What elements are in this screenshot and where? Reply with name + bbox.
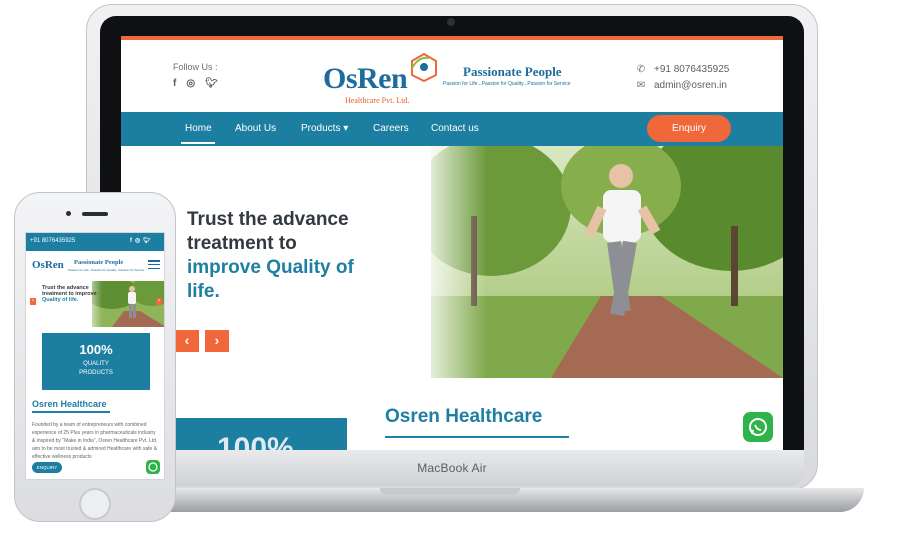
phone-screen: +91 8076435925 f◎🐦︎ OsRen Passionate Peo… [25, 232, 165, 480]
mobile-stat-label-1: QUALITY [83, 361, 109, 367]
mobile-hero: Trust the advance treatment to improve Q… [26, 281, 164, 327]
hamburger-menu-icon[interactable] [148, 260, 160, 270]
slider-next-button[interactable]: › [205, 330, 229, 352]
hero-headline-1: Trust the advance [187, 209, 349, 230]
mobile-slider-prev-button[interactable]: ‹ [30, 298, 36, 305]
laptop-screen: Follow Us : f ◎ 🐦︎ OsRen Healthcare Pvt.… [121, 36, 783, 450]
laptop-chin: MacBook Air [100, 450, 804, 486]
stat-value: 100% [217, 432, 294, 450]
mobile-about-text: Founded by a team of entrepreneurs with … [32, 422, 158, 460]
tagline: Passion for Life...Passion for Quality..… [443, 81, 571, 87]
hero-headline-3: improve Quality of [187, 257, 354, 278]
social-links: f ◎ 🐦︎ [173, 78, 218, 89]
nav-active-indicator [181, 142, 215, 144]
facebook-icon[interactable]: f [173, 78, 176, 89]
mobile-section-title: Osren Healthcare [32, 399, 107, 409]
twitter-icon[interactable]: 🐦︎ [205, 78, 218, 89]
phone-speaker [82, 212, 108, 216]
section-title: Osren Healthcare [385, 406, 543, 427]
mobile-stat-label-2: PRODUCTS [79, 370, 113, 376]
whatsapp-button[interactable] [743, 412, 773, 442]
logo-subtitle: Healthcare Pvt. Ltd. [345, 96, 410, 105]
logo-wordmark: OsRen [323, 62, 408, 95]
mobile-stat-value: 100% [79, 342, 113, 357]
mobile-social-icons[interactable]: f◎🐦︎ [130, 237, 154, 244]
slider-prev-button[interactable]: ‹ [175, 330, 199, 352]
nav-about-us[interactable]: About Us [235, 123, 276, 134]
follow-us-label: Follow Us : [173, 62, 218, 72]
logo-emblem-icon [411, 52, 437, 82]
mobile-topbar: +91 8076435925 f◎🐦︎ [26, 233, 164, 251]
instagram-icon[interactable]: ◎ [186, 78, 195, 89]
header-top-stripe [121, 36, 783, 40]
hero-slider: Trust the advance treatment to improve Q… [121, 146, 783, 378]
mobile-slogan: Passionate People [74, 259, 124, 266]
hero-headline-4: life. [187, 281, 220, 302]
mobile-enquiry-button[interactable]: ENQUIRY [32, 462, 62, 473]
slogan: Passionate People [463, 64, 562, 79]
enquiry-button[interactable]: Enquiry [647, 115, 731, 142]
contact-email[interactable]: admin@osren.in [654, 78, 727, 94]
mobile-stat-card: 100% QUALITY PRODUCTS [42, 333, 150, 390]
nav-careers[interactable]: Careers [373, 123, 409, 134]
nav-products[interactable]: Products ▾ [301, 123, 348, 134]
hero-headline-2: treatment to [187, 233, 297, 254]
mobile-slider-next-button[interactable]: › [156, 298, 162, 305]
laptop-model-label: MacBook Air [417, 461, 487, 475]
hero-image-fade [417, 146, 487, 378]
header-contact: ✆ +91 8076435925 ✉ admin@osren.in [636, 62, 730, 94]
phone-icon: ✆ [636, 64, 646, 75]
laptop-base-notch [380, 488, 520, 495]
section-title-underline [385, 436, 569, 438]
mobile-tagline: Passion for Life...Passion for Quality..… [68, 268, 145, 272]
mobile-hero-line-3: Quality of life. [42, 297, 79, 303]
mobile-phone-number[interactable]: +91 8076435925 [30, 238, 75, 244]
mobile-whatsapp-button[interactable] [146, 460, 160, 474]
mockup-stage: Follow Us : f ◎ 🐦︎ OsRen Healthcare Pvt.… [0, 0, 900, 540]
nav-contact-us[interactable]: Contact us [431, 123, 479, 134]
nav-home[interactable]: Home [185, 123, 212, 134]
phone-camera [66, 211, 71, 216]
laptop-camera [447, 18, 455, 26]
mail-icon: ✉ [636, 80, 646, 91]
mobile-logo[interactable]: OsRen [32, 259, 64, 271]
site-logo[interactable]: OsRen Healthcare Pvt. Ltd. [323, 52, 443, 108]
mobile-whatsapp-icon [148, 462, 158, 472]
mobile-hero-image [92, 281, 164, 327]
main-nav: Home About Us Products ▾ Careers Contact… [121, 112, 783, 146]
whatsapp-icon [749, 418, 767, 436]
mobile-section-underline [32, 411, 110, 413]
phone-home-button [79, 488, 111, 520]
contact-phone[interactable]: +91 8076435925 [654, 62, 729, 78]
